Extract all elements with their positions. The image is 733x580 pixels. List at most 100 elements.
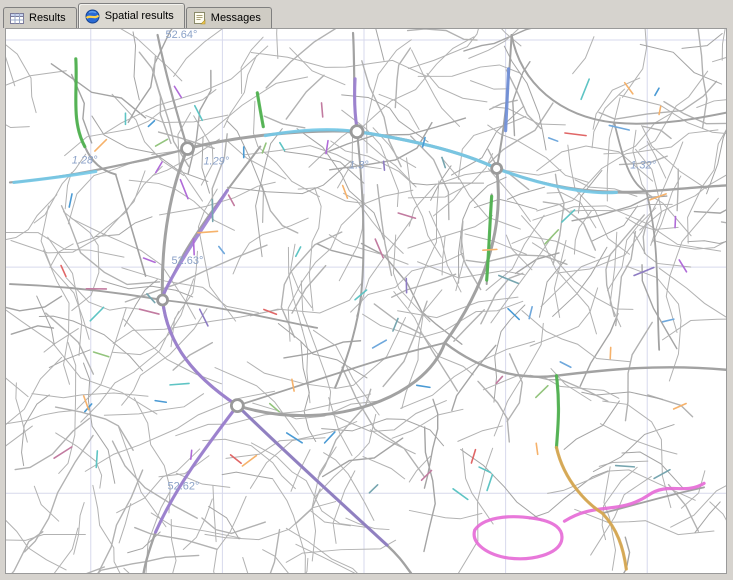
colored-geometry-segment	[155, 401, 166, 403]
street-segment	[80, 555, 199, 573]
street-segment	[664, 102, 726, 124]
street-segment	[418, 262, 525, 278]
roundabout	[231, 400, 243, 412]
street-segment	[374, 304, 457, 391]
street-segment	[494, 323, 543, 435]
colored-geometry-segment	[191, 450, 192, 459]
colored-geometry-segment	[536, 386, 548, 398]
street-segment	[639, 71, 708, 150]
tab-spatial-results-label: Spatial results	[105, 10, 174, 22]
lon-label: 1.29°	[203, 156, 229, 168]
street-segment	[607, 98, 620, 201]
street-segment	[606, 215, 644, 317]
street-segment	[6, 36, 36, 112]
street-segment	[530, 288, 598, 346]
street-segment	[251, 53, 426, 76]
street-segment	[710, 502, 726, 573]
road	[116, 174, 146, 276]
colored-geometry-segment	[322, 103, 323, 117]
street-segment	[74, 503, 84, 555]
colored-geometry-segment	[148, 121, 154, 127]
street-segment	[392, 274, 456, 297]
spatial-map-panel[interactable]: 52.64° 52.63° 52.62° 1.28° 1.29° 1.3° 1.…	[5, 28, 727, 574]
colored-geometry-segment	[536, 443, 537, 454]
street-segment	[228, 141, 286, 178]
street-segment	[277, 29, 321, 58]
street-segment	[412, 183, 483, 185]
colored-geometry-segment	[270, 404, 279, 412]
message-icon	[193, 11, 206, 25]
street-segment	[11, 171, 145, 253]
street-segment	[6, 552, 47, 573]
street-segment	[478, 381, 509, 442]
street-segment	[93, 485, 128, 573]
colored-geometry-segment	[156, 139, 168, 146]
street-segment	[329, 235, 408, 265]
street-segment	[56, 407, 134, 450]
street-segment	[301, 281, 330, 411]
street-segment	[362, 61, 401, 167]
tab-results[interactable]: Results	[3, 7, 77, 28]
street-segment	[622, 452, 683, 488]
street-segment	[6, 120, 29, 127]
street-segment	[662, 319, 726, 340]
street-segment	[622, 29, 646, 97]
lon-label: 1.32°	[630, 159, 656, 171]
street-segment	[265, 530, 280, 573]
street-segment	[688, 29, 726, 60]
colored-geometry-segment	[565, 133, 586, 136]
tab-results-label: Results	[29, 12, 66, 24]
street-segment	[355, 29, 384, 60]
roundabout	[158, 295, 168, 305]
street-segment	[441, 158, 520, 230]
spatial-map[interactable]: 52.64° 52.63° 52.62° 1.28° 1.29° 1.3° 1.…	[6, 29, 726, 573]
street-segment	[604, 114, 671, 154]
colored-geometry-segment	[549, 138, 558, 141]
geometry-green	[556, 376, 558, 448]
street-segment	[6, 371, 28, 396]
road	[162, 149, 187, 300]
street-segment	[34, 486, 58, 521]
street-segment	[112, 279, 193, 355]
geometry-purple	[163, 300, 238, 406]
colored-geometry-segment	[174, 86, 181, 97]
street-segment	[593, 78, 640, 129]
street-segment	[553, 247, 607, 316]
street-segment	[205, 502, 336, 540]
street-segment	[260, 558, 308, 573]
street-segment	[6, 501, 66, 570]
street-segment	[695, 502, 720, 533]
colored-geometry-segment	[242, 456, 256, 466]
colored-geometry-segment	[560, 362, 571, 367]
street-segment	[183, 499, 212, 550]
colored-geometry-segment	[616, 466, 635, 467]
street-segment	[633, 232, 690, 267]
street-segment	[337, 129, 416, 187]
street-segment	[309, 188, 321, 311]
colored-geometry-segment	[417, 385, 430, 387]
geometry-green	[257, 93, 263, 127]
colored-geometry-segment	[529, 307, 532, 319]
colored-geometry-segment	[453, 489, 468, 500]
colored-geometry-segment	[287, 433, 302, 443]
street-segment	[6, 410, 75, 424]
street-segment	[575, 509, 714, 534]
street-segment	[507, 354, 522, 422]
colored-geometry-segment	[193, 239, 194, 255]
colored-geometry-segment	[219, 247, 224, 254]
street-segment	[6, 195, 57, 243]
street-network	[6, 29, 726, 573]
street-segment	[194, 116, 213, 185]
street-segment	[64, 212, 99, 311]
results-grid-icon	[10, 12, 24, 25]
tab-spatial-results[interactable]: Spatial results	[78, 3, 185, 28]
street-segment	[363, 301, 523, 337]
roundabout	[492, 164, 502, 174]
tab-messages[interactable]: Messages	[186, 7, 272, 28]
street-segment	[113, 309, 282, 343]
street-segment	[68, 160, 148, 224]
colored-geometry-segment	[384, 161, 385, 170]
colored-geometry-segment	[69, 194, 72, 207]
street-segment	[77, 166, 162, 243]
street-segment	[317, 244, 363, 259]
